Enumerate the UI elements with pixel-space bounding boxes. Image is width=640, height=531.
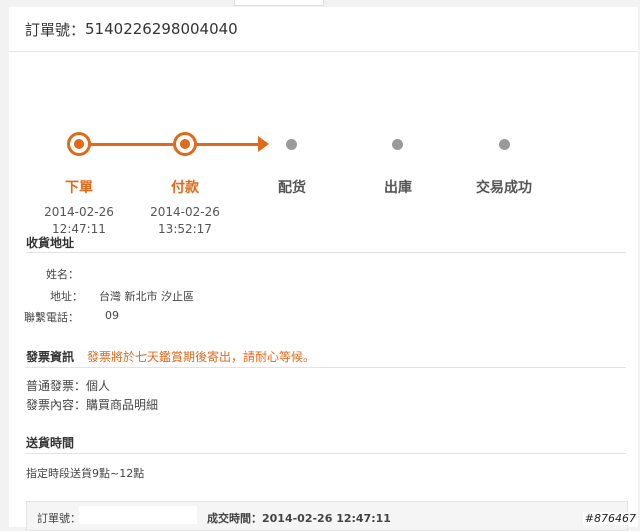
shipping-address-title: 收貨地址 <box>26 236 75 250</box>
step-4-dot-icon <box>392 139 403 150</box>
invoice-title: 發票資訊 <box>26 350 75 364</box>
step-1-date: 2014-02-26 <box>44 205 114 219</box>
step-2-time: 2014-02-26 13:52:17 <box>135 204 235 238</box>
order-header: 訂單號： 5140226298004040 <box>9 7 638 52</box>
shipping-address-divider <box>26 252 626 253</box>
address-label: 地址： <box>50 290 83 303</box>
delivery-time-value: 指定時段送貨9點~12點 <box>26 467 145 480</box>
step-4-label: 出庫 <box>384 180 412 196</box>
footer-order-label: 訂單號： <box>37 512 81 525</box>
top-tab <box>234 0 324 6</box>
step-2-date: 2014-02-26 <box>150 205 220 219</box>
step-2-label: 付款 <box>171 180 199 196</box>
progress-track <box>79 143 263 146</box>
delivery-time-divider <box>26 453 626 454</box>
order-progress-tracker: 下單 付款 配货 出庫 交易成功 2014-02-26 12:47:11 201… <box>9 52 638 236</box>
step-1-marker-icon <box>67 132 91 156</box>
order-number-label: 訂單號： <box>25 20 86 39</box>
order-detail-panel: 訂單號： 5140226298004040 下單 付款 配货 出庫 交易成功 2… <box>9 7 638 531</box>
step-3-dot-icon <box>286 139 297 150</box>
step-2-marker-icon <box>173 132 197 156</box>
step-5-dot-icon <box>499 139 510 150</box>
phone-label: 聯繫電話： <box>24 311 79 324</box>
invoice-type: 普通發票：個人 <box>26 379 111 393</box>
step-1-label: 下單 <box>65 180 93 196</box>
invoice-content: 發票內容：購買商品明細 <box>26 398 159 412</box>
footer-order-value <box>79 506 197 524</box>
order-number: 5140226298004040 <box>85 20 238 38</box>
invoice-divider <box>26 367 626 368</box>
phone-value: 09 <box>105 309 119 322</box>
footer-deal-time: 成交時間：2014-02-26 12:47:11 <box>207 512 391 525</box>
step-5-label: 交易成功 <box>476 180 532 196</box>
address-value: 台灣 新北市 汐止區 <box>99 290 194 303</box>
progress-arrow-icon <box>258 136 269 152</box>
invoice-notice: 發票將於七天鑑賞期後寄出，請耐心等候。 <box>87 350 316 364</box>
step-3-label: 配货 <box>278 180 306 196</box>
step-1-time: 2014-02-26 12:47:11 <box>29 204 129 238</box>
recipient-name-label: 姓名： <box>46 268 79 281</box>
watermark: #876467 <box>582 512 638 525</box>
delivery-time-title: 送貨時間 <box>26 436 75 450</box>
step-2-clock: 13:52:17 <box>158 222 212 236</box>
